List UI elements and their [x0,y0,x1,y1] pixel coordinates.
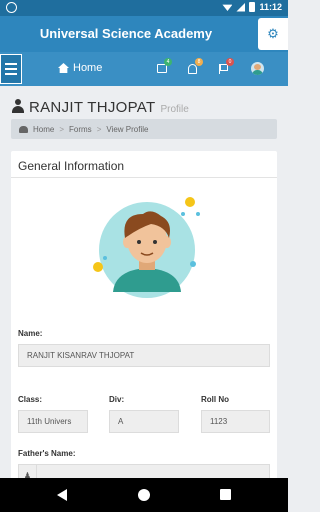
user-avatar[interactable] [251,62,264,75]
settings-button[interactable]: ⚙ [258,18,288,50]
status-bar: 11:12 [0,0,288,16]
card-title: General Information [18,159,125,173]
status-time: 11:12 [259,2,282,12]
gear-icon: ⚙ [267,26,279,41]
breadcrumb-current: View Profile [106,124,149,134]
name-label: Name: [18,329,43,338]
bell-badge: 8 [195,58,203,66]
breadcrumb: Home > Forms > View Profile [11,119,277,139]
system-navigation-bar [0,478,288,512]
app-title: Universal Science Academy [39,26,213,41]
battery-icon [249,2,256,12]
student-name-heading: RANJIT THJOPAT [29,99,156,116]
home-circle-icon[interactable] [138,489,150,501]
breadcrumb-separator: > [96,124,102,134]
breadcrumb-home[interactable]: Home [33,125,54,134]
page-title: RANJIT THJOPAT Profile [12,98,189,116]
nav-bar: Home 4 8 0 [0,52,288,86]
wifi-icon [222,4,233,11]
notification-icon [6,2,17,13]
roll-no-label: Roll No [201,395,229,404]
home-icon [58,63,69,73]
class-label: Class: [18,395,43,404]
back-icon[interactable] [57,489,67,501]
user-icon [12,99,24,113]
breadcrumb-forms[interactable]: Forms [69,125,92,134]
general-information-card: General Information Name: RANJIT KISANRA… [11,151,277,491]
flag-badge: 0 [226,58,234,66]
profile-avatar [93,197,200,298]
home-label: Home [73,62,103,74]
menu-button[interactable] [0,54,22,84]
name-field[interactable]: RANJIT KISANRAV THJOPAT [18,344,270,367]
recent-apps-icon[interactable] [220,489,231,500]
app-bar: Universal Science Academy ⚙ [0,16,288,52]
div-field[interactable]: A [109,410,179,433]
father-name-label: Father's Name: [18,449,76,458]
breadcrumb-separator: > [59,124,65,134]
mail-badge: 4 [164,58,172,66]
bell-icon[interactable] [188,64,197,74]
page-subtitle: Profile [160,104,189,115]
class-field[interactable]: 11th Univers [18,410,88,433]
divider [11,177,277,178]
home-link[interactable]: Home [58,62,102,74]
flag-icon[interactable] [219,64,228,74]
signal-icon [236,2,246,12]
dashboard-icon [19,125,28,133]
roll-no-field[interactable]: 1123 [201,410,270,433]
div-label: Div: [109,395,125,404]
